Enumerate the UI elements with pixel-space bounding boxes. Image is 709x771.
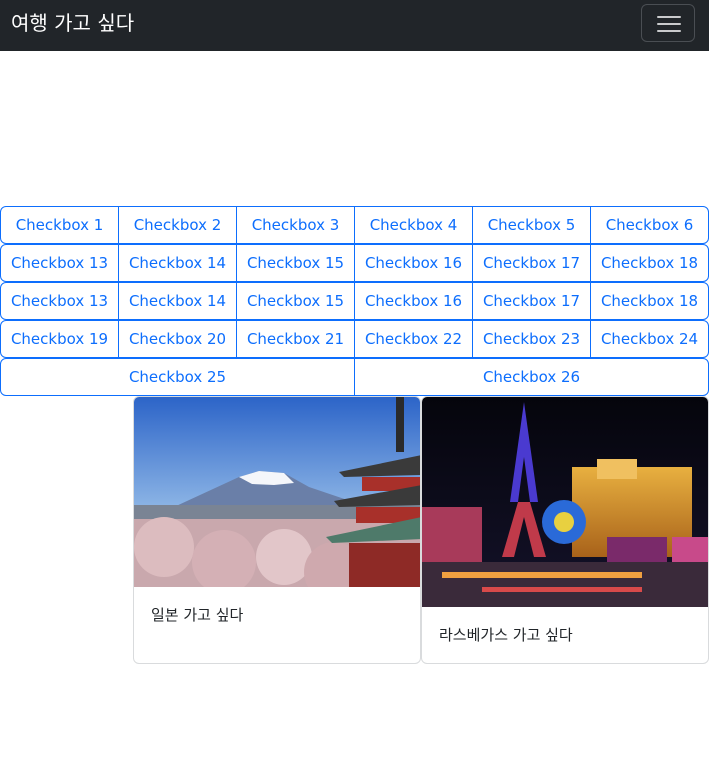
checkbox-toggle[interactable]: Checkbox 14 xyxy=(118,282,237,320)
checkbox-toggle[interactable]: Checkbox 4 xyxy=(354,206,473,244)
card-text: 일본 가고 싶다 xyxy=(151,606,244,624)
checkbox-toggle[interactable]: Checkbox 3 xyxy=(236,206,355,244)
checkbox-toggle[interactable]: Checkbox 21 xyxy=(236,320,355,358)
navbar-toggler-button[interactable] xyxy=(641,4,695,42)
checkbox-toggle[interactable]: Checkbox 26 xyxy=(354,358,709,396)
checkbox-row: Checkbox 19 Checkbox 20 Checkbox 21 Chec… xyxy=(0,320,709,358)
card-image-japan xyxy=(134,397,420,587)
card-japan: 일본 가고 싶다 xyxy=(133,396,421,664)
checkbox-toggle[interactable]: Checkbox 6 xyxy=(590,206,709,244)
checkbox-toggle[interactable]: Checkbox 17 xyxy=(472,282,591,320)
checkbox-row: Checkbox 1 Checkbox 2 Checkbox 3 Checkbo… xyxy=(0,206,709,244)
checkbox-toggle[interactable]: Checkbox 1 xyxy=(0,206,119,244)
navbar-brand[interactable]: 여행 가고 싶다 xyxy=(11,10,134,36)
checkbox-toggle[interactable]: Checkbox 23 xyxy=(472,320,591,358)
checkbox-toggle[interactable]: Checkbox 2 xyxy=(118,206,237,244)
checkbox-row: Checkbox 13 Checkbox 14 Checkbox 15 Chec… xyxy=(0,282,709,320)
card-las-vegas: 라스베가스 가고 싶다 xyxy=(421,396,709,664)
checkbox-row: Checkbox 25 Checkbox 26 xyxy=(0,358,709,396)
checkbox-toggle[interactable]: Checkbox 16 xyxy=(354,244,473,282)
checkbox-toggle[interactable]: Checkbox 13 xyxy=(0,282,119,320)
checkbox-toggle[interactable]: Checkbox 16 xyxy=(354,282,473,320)
checkbox-toggle[interactable]: Checkbox 22 xyxy=(354,320,473,358)
checkbox-toggle[interactable]: Checkbox 20 xyxy=(118,320,237,358)
card-image-las-vegas xyxy=(422,397,708,607)
card-text: 라스베가스 가고 싶다 xyxy=(439,626,573,644)
checkbox-toggle[interactable]: Checkbox 17 xyxy=(472,244,591,282)
checkbox-toggle[interactable]: Checkbox 25 xyxy=(0,358,355,396)
checkbox-toggle[interactable]: Checkbox 15 xyxy=(236,244,355,282)
checkbox-toggle[interactable]: Checkbox 15 xyxy=(236,282,355,320)
checkbox-toggle[interactable]: Checkbox 18 xyxy=(590,282,709,320)
checkbox-button-grid: Checkbox 1 Checkbox 2 Checkbox 3 Checkbo… xyxy=(0,206,709,396)
checkbox-toggle[interactable]: Checkbox 13 xyxy=(0,244,119,282)
navbar: 여행 가고 싶다 xyxy=(0,0,709,51)
checkbox-toggle[interactable]: Checkbox 19 xyxy=(0,320,119,358)
checkbox-toggle[interactable]: Checkbox 14 xyxy=(118,244,237,282)
checkbox-toggle[interactable]: Checkbox 5 xyxy=(472,206,591,244)
checkbox-row: Checkbox 13 Checkbox 14 Checkbox 15 Chec… xyxy=(0,244,709,282)
checkbox-toggle[interactable]: Checkbox 18 xyxy=(590,244,709,282)
checkbox-toggle[interactable]: Checkbox 24 xyxy=(590,320,709,358)
